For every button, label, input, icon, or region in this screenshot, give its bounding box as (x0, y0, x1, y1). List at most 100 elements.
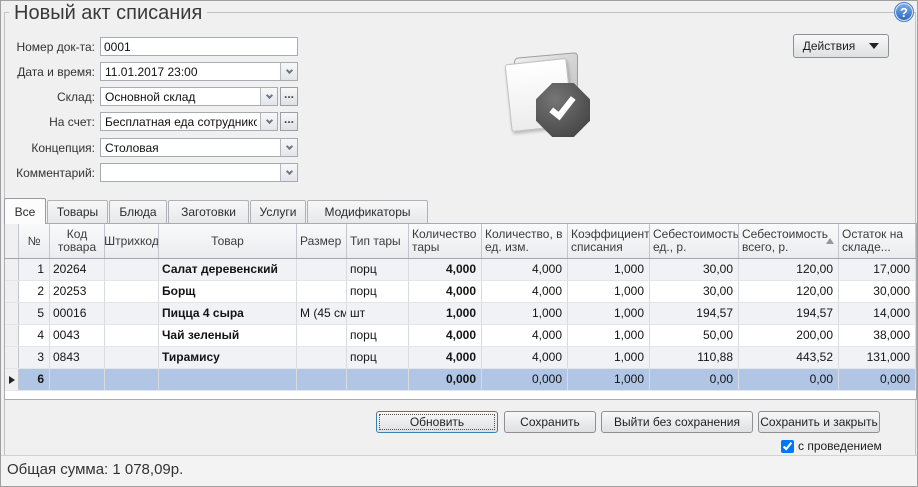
form-row-comment: Комментарий: (1, 163, 918, 182)
form-row-doc-number: Номер док-та: (1, 37, 918, 56)
column-header-stock_balance[interactable]: Остаток на складе... (839, 224, 916, 258)
column-header-barcode[interactable]: Штрихкод (105, 224, 159, 258)
comment-dropdown-button[interactable] (280, 164, 297, 181)
account-combobox[interactable]: Бесплатная еда сотрудников (100, 112, 278, 131)
cell-stock_balance: 38,000 (839, 325, 916, 346)
warehouse-browse-button[interactable]: ... (280, 87, 298, 106)
row-selector-header (5, 224, 19, 258)
cell-size (297, 369, 347, 390)
table-row[interactable]: 30843Тирамисупорц4,0004,0001,000110,8844… (5, 347, 916, 369)
posting-checkbox-row: с проведением (781, 439, 882, 453)
row-selector-cell (5, 347, 19, 368)
cell-product: Тирамису (159, 347, 297, 368)
column-header-product[interactable]: Товар (159, 224, 297, 258)
column-header-qty_units[interactable]: Количество, в ед. изм. (482, 224, 568, 258)
tab-goods[interactable]: Товары (47, 200, 108, 223)
warehouse-combobox[interactable]: Основной склад (100, 87, 278, 106)
account-browse-button[interactable]: ... (280, 112, 298, 131)
help-glyph: ? (900, 5, 908, 20)
posting-checkbox-label: с проведением (798, 439, 882, 453)
row-selector-cell (5, 259, 19, 280)
cell-code: 20264 (50, 259, 105, 280)
cell-num: 5 (19, 303, 50, 324)
cell-product (159, 369, 297, 390)
row-selector-cell (5, 369, 19, 390)
cell-qty_units: 4,000 (482, 325, 568, 346)
total-sum-text: Общая сумма: 1 078,09р. (7, 461, 183, 478)
tab-modifiers[interactable]: Модификаторы (307, 200, 428, 223)
cell-barcode (105, 347, 159, 368)
datetime-dropdown-button[interactable] (280, 63, 297, 80)
cell-size (297, 259, 347, 280)
cell-code: 0843 (50, 347, 105, 368)
save-and-close-button[interactable]: Сохранить и закрыть (758, 411, 880, 433)
form-row-datetime: Дата и время: 11.01.2017 23:00 (1, 62, 918, 81)
cell-barcode (105, 259, 159, 280)
warehouse-dropdown-button[interactable] (260, 88, 277, 105)
column-header-num[interactable]: № (19, 224, 50, 258)
cell-stock_balance: 17,000 (839, 259, 916, 280)
column-header-size[interactable]: Размер (297, 224, 347, 258)
comment-combobox[interactable] (100, 163, 298, 182)
tab-dishes[interactable]: Блюда (109, 200, 167, 223)
cell-container_type: порц (347, 347, 409, 368)
cell-num: 2 (19, 281, 50, 302)
cell-product: Чай зеленый (159, 325, 297, 346)
tab-preparations[interactable]: Заготовки (168, 200, 249, 223)
cell-num: 4 (19, 325, 50, 346)
account-dropdown-button[interactable] (260, 113, 277, 130)
doc-number-input[interactable] (101, 38, 297, 55)
save-button-label: Сохранить (520, 415, 580, 429)
page-title: Новый акт списания (9, 2, 207, 25)
tab-services[interactable]: Услуги (250, 200, 306, 223)
chevron-down-icon (285, 67, 292, 74)
table-row[interactable]: 120264Салат деревенскийпорц4,0004,0001,0… (5, 259, 916, 281)
cell-code: 0043 (50, 325, 105, 346)
column-header-container_type[interactable]: Тип тары (347, 224, 409, 258)
cell-cost_per_unit: 50,00 (650, 325, 739, 346)
column-header-cost_total[interactable]: Себестоимость всего, р. (739, 224, 839, 258)
column-header-cost_per_unit[interactable]: Себестоимость ед., р. (650, 224, 739, 258)
column-header-label: Количество тары (412, 228, 478, 254)
cell-cost_total: 443,52 (739, 347, 839, 368)
account-label: На счет: (0, 115, 95, 129)
warehouse-value: Основной склад (105, 90, 257, 104)
cell-container_type: порц (347, 259, 409, 280)
column-header-container_qty[interactable]: Количество тары (409, 224, 482, 258)
column-header-writeoff_coeff[interactable]: Коэффициент списания (568, 224, 650, 258)
tab-all[interactable]: Все (4, 198, 46, 224)
concept-label: Концепция: (0, 141, 95, 155)
exit-without-saving-button[interactable]: Выйти без сохранения (601, 411, 753, 433)
column-header-code[interactable]: Код товара (50, 224, 105, 258)
cell-cost_total: 120,00 (739, 281, 839, 302)
cell-product: Пицца 4 сыра (159, 303, 297, 324)
grid-body: 120264Салат деревенскийпорц4,0004,0001,0… (5, 259, 916, 391)
cell-qty_units: 0,000 (482, 369, 568, 390)
cell-code: 00016 (50, 303, 105, 324)
save-button[interactable]: Сохранить (504, 411, 596, 433)
refresh-button[interactable]: Обновить (376, 411, 498, 433)
column-header-label: Тип тары (350, 235, 401, 248)
posting-checkbox[interactable] (781, 440, 794, 453)
cell-qty_units: 4,000 (482, 259, 568, 280)
cell-cost_total: 200,00 (739, 325, 839, 346)
datetime-combobox[interactable]: 11.01.2017 23:00 (100, 62, 298, 81)
concept-dropdown-button[interactable] (280, 139, 297, 156)
concept-combobox[interactable]: Столовая (100, 138, 298, 157)
help-icon[interactable]: ? (894, 2, 914, 22)
warehouse-label: Склад: (0, 90, 95, 104)
cell-container_type (347, 369, 409, 390)
table-row[interactable]: 220253Борщпорц4,0004,0001,00030,00120,00… (5, 281, 916, 303)
cell-size (297, 325, 347, 346)
row-selector-cell (5, 325, 19, 346)
cell-writeoff_coeff: 1,000 (568, 281, 650, 302)
table-row[interactable]: 500016Пицца 4 сыраМ (45 см)шт1,0001,0001… (5, 303, 916, 325)
table-row[interactable]: 60,0000,0001,0000,000,000,000 (5, 369, 916, 391)
account-value: Бесплатная еда сотрудников (105, 115, 257, 129)
chevron-down-icon (285, 143, 292, 150)
column-header-label: Количество, в ед. изм. (485, 228, 564, 254)
refresh-button-label: Обновить (410, 415, 464, 429)
cell-code: 20253 (50, 281, 105, 302)
table-row[interactable]: 40043Чай зеленыйпорц4,0004,0001,00050,00… (5, 325, 916, 347)
cell-container_qty: 4,000 (409, 281, 482, 302)
